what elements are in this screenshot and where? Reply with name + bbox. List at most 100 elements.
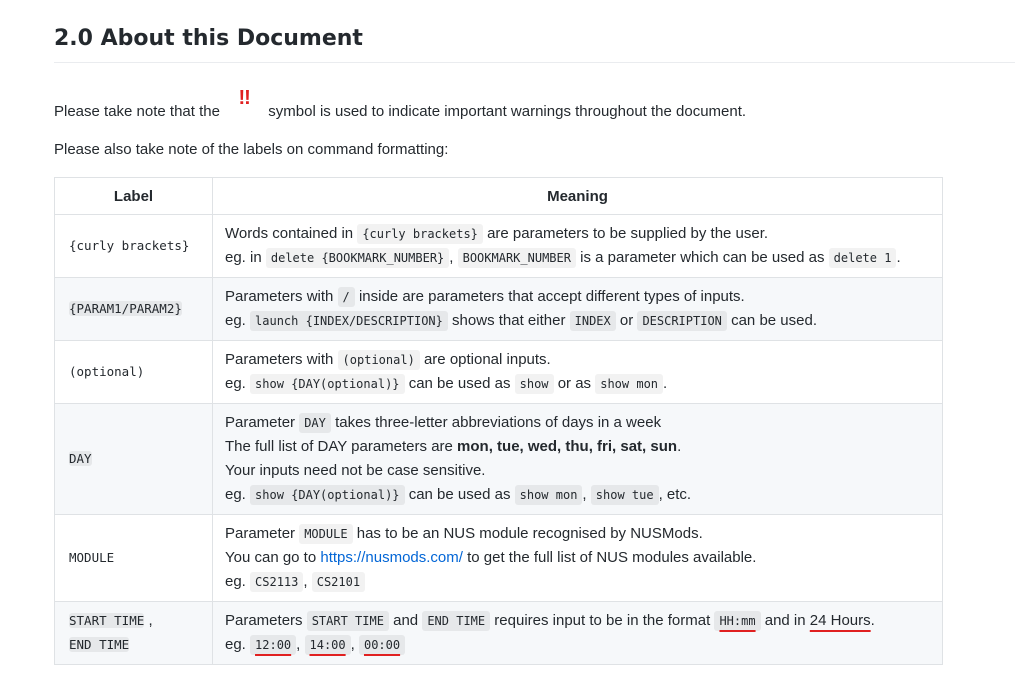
table-row: START TIME , END TIME Parameters START T… <box>54 601 943 665</box>
inline-code: INDEX <box>569 311 616 331</box>
text: Parameters with <box>225 351 334 368</box>
inline-code: {curly brackets} <box>357 224 483 244</box>
inline-code: delete {BOOKMARK_NUMBER} <box>265 248 450 268</box>
inline-code-underlined: 12:00 <box>250 635 297 655</box>
text: and in <box>764 612 806 629</box>
inline-code: END TIME <box>422 611 491 631</box>
row-meaning-cell: Words contained in {curly brackets} are … <box>212 214 943 278</box>
inline-code: (optional) <box>337 350 420 370</box>
text: Parameters <box>225 612 303 629</box>
table-row: {PARAM1/PARAM2} Parameters with / inside… <box>54 277 943 341</box>
nusmods-link[interactable]: https://nusmods.com/ <box>320 549 463 566</box>
inline-code: / <box>337 287 355 307</box>
label-line: START TIME , <box>69 609 200 633</box>
text: , <box>350 636 355 653</box>
inline-code-underlined: 00:00 <box>358 635 406 655</box>
text: eg. <box>225 312 246 329</box>
header-meaning: Meaning <box>212 177 943 215</box>
label-code: {curly brackets} <box>69 238 190 253</box>
row-label-cell: (optional) <box>54 340 213 404</box>
row-label-cell: START TIME , END TIME <box>54 601 213 665</box>
text: or as <box>557 375 592 392</box>
text: . <box>663 375 668 392</box>
text: , <box>303 573 308 590</box>
label-line: END TIME <box>69 633 200 657</box>
text: can be used. <box>731 312 817 329</box>
text: . <box>896 249 901 266</box>
label-code: START TIME <box>69 613 145 628</box>
row-meaning-cell: Parameter MODULE has to be an NUS module… <box>212 514 943 602</box>
meaning-line: eg. in delete {BOOKMARK_NUMBER}, BOOKMAR… <box>225 246 930 270</box>
inline-code: show <box>514 374 554 394</box>
text: , <box>582 486 587 503</box>
row-label-cell: {curly brackets} <box>54 214 213 278</box>
labels-note: Please also take note of the labels on c… <box>54 141 449 158</box>
text: , etc. <box>658 486 692 503</box>
label-code: DAY <box>69 451 92 466</box>
command-format-table: Label Meaning {curly brackets} Words con… <box>54 177 943 665</box>
text: , <box>449 249 454 266</box>
text: eg. <box>225 486 246 503</box>
text: Parameter <box>225 414 296 431</box>
text: and <box>393 612 419 629</box>
text: or <box>619 312 634 329</box>
meaning-line: eg. 12:00, 14:00, 00:00 <box>225 633 930 657</box>
warning-note-text-after: symbol is used to indicate important war… <box>268 103 747 120</box>
inline-code: MODULE <box>299 524 353 544</box>
row-meaning-cell: Parameters with (optional) are optional … <box>212 340 943 404</box>
meaning-line: Parameters START TIME and END TIME requi… <box>225 609 930 633</box>
text: Words contained in <box>225 225 354 242</box>
inline-code: DAY <box>299 413 331 433</box>
label-code: {PARAM1/PARAM2} <box>69 301 182 316</box>
warning-icon: !! <box>238 87 250 109</box>
text: . <box>870 612 875 629</box>
inline-code: START TIME <box>306 611 389 631</box>
text: eg. in <box>225 249 262 266</box>
inline-code: show tue <box>590 485 659 505</box>
inline-code: BOOKMARK_NUMBER <box>457 248 576 268</box>
meaning-line: eg. launch {INDEX/DESCRIPTION} shows tha… <box>225 309 930 333</box>
bold-text: mon, tue, wed, thu, fri, sat, sun <box>457 438 678 455</box>
text: requires input to be in the format <box>494 612 711 629</box>
inline-code: delete 1 <box>828 248 897 268</box>
meaning-line: Your inputs need not be case sensitive. <box>225 459 930 483</box>
meaning-line: Parameter DAY takes three-letter abbrevi… <box>225 411 930 435</box>
meaning-line: The full list of DAY parameters are mon,… <box>225 435 930 459</box>
table-header-row: Label Meaning <box>54 177 943 215</box>
label-code: MODULE <box>69 550 115 565</box>
inline-code: show mon <box>595 374 664 394</box>
section-heading: 2.0 About this Document <box>54 26 363 51</box>
header-label: Label <box>54 177 213 215</box>
inline-code: show {DAY(optional)} <box>250 374 405 394</box>
text: can be used as <box>408 486 511 503</box>
table-row: (optional) Parameters with (optional) ar… <box>54 340 943 404</box>
meaning-line: eg. show {DAY(optional)} can be used as … <box>225 372 930 396</box>
meaning-line: Parameters with (optional) are optional … <box>225 348 930 372</box>
inline-code-underlined: 14:00 <box>304 635 351 655</box>
text: shows that either <box>452 312 566 329</box>
text: has to be an NUS module recognised by NU… <box>356 525 703 542</box>
inline-code-underlined: HH:mm <box>714 611 761 631</box>
text: Parameter <box>225 525 296 542</box>
meaning-line: You can go to https://nusmods.com/ to ge… <box>225 546 930 570</box>
table-row: MODULE Parameter MODULE has to be an NUS… <box>54 514 943 602</box>
text: eg. <box>225 375 246 392</box>
text: to get the full list of NUS modules avai… <box>467 549 757 566</box>
text: eg. <box>225 573 246 590</box>
warning-note-text-before: Please take note that the <box>54 103 220 120</box>
inline-code: launch {INDEX/DESCRIPTION} <box>250 311 448 331</box>
text: Your inputs need not be case sensitive. <box>225 462 486 479</box>
table-row: DAY Parameter DAY takes three-letter abb… <box>54 403 943 515</box>
text: can be used as <box>408 375 511 392</box>
label-code: END TIME <box>69 637 130 652</box>
table-row: {curly brackets} Words contained in {cur… <box>54 214 943 278</box>
meaning-line: Parameter MODULE has to be an NUS module… <box>225 522 930 546</box>
meaning-line: eg. CS2113, CS2101 <box>225 570 930 594</box>
meaning-line: eg. show {DAY(optional)} can be used as … <box>225 483 930 507</box>
inline-code: CS2113 <box>250 572 304 592</box>
row-label-cell: DAY <box>54 403 213 515</box>
text-underlined: 24 Hours <box>809 612 871 629</box>
label-separator: , <box>148 612 153 629</box>
text: , <box>296 636 301 653</box>
text: Parameters with <box>225 288 334 305</box>
